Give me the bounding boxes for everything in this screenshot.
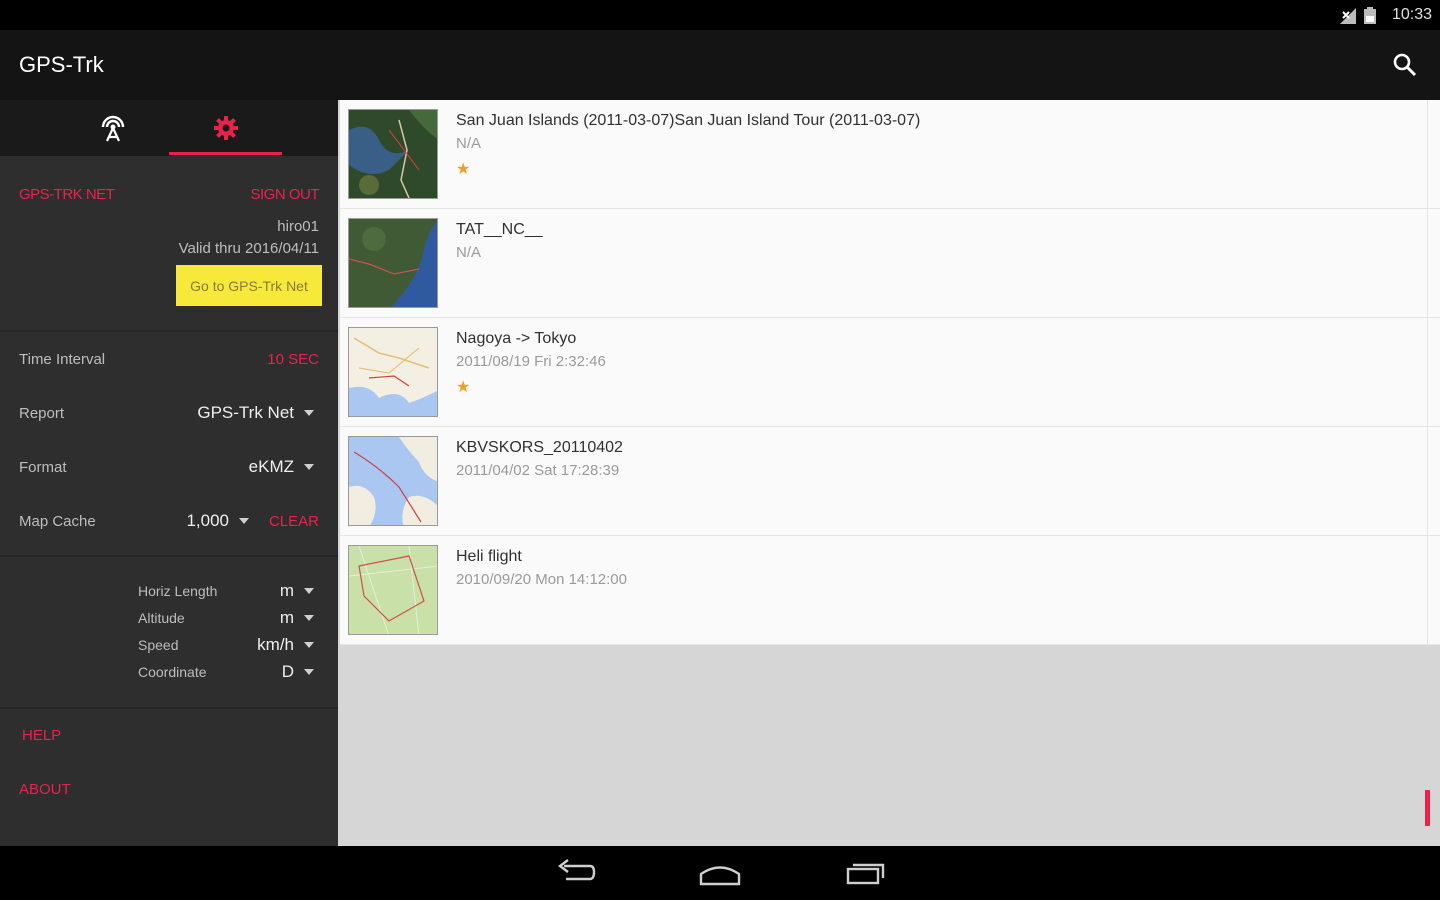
format-dropdown[interactable]: eKMZ [249,457,314,477]
track-row[interactable]: San Juan Islands (2011-03-07)San Juan Is… [340,100,1440,209]
tab-tracking[interactable] [56,100,169,156]
chevron-down-icon [304,464,314,470]
divider [0,707,338,709]
account-section: GPS-TRK NET SIGN OUT hiro01 Valid thru 2… [0,156,338,430]
track-thumbnail [348,218,438,308]
goto-gps-trk-net-button[interactable]: Go to GPS-Trk Net [176,265,322,306]
track-title: TAT__NC__ [456,221,543,238]
recent-apps-button[interactable] [844,858,888,888]
map-cache-dropdown[interactable]: 1,000 [186,511,249,531]
sidebar-tabs [0,100,338,156]
valid-thru-text: Valid thru 2016/04/11 [178,240,319,257]
row-edge [1427,318,1428,427]
signal-icon [1340,7,1356,24]
track-title: Heli flight [456,548,522,565]
coordinate-value: D [281,662,294,681]
username: hiro01 [277,218,319,235]
home-icon [699,866,741,886]
track-thumbnail [348,327,438,417]
star-icon[interactable]: ★ [456,159,470,179]
track-title: KBVSKORS_20110402 [456,439,623,456]
divider [0,555,338,557]
tab-settings[interactable] [169,100,282,156]
speed-value: km/h [257,635,294,654]
row-edge [1427,427,1428,536]
about-link[interactable]: ABOUT [19,781,71,798]
format-value: eKMZ [248,457,294,476]
row-edge [1427,209,1428,318]
star-icon[interactable]: ★ [456,377,470,397]
recent-apps-icon [846,863,885,885]
altitude-dropdown[interactable]: m [280,608,314,628]
track-row[interactable]: TAT__NC__ N/A [340,209,1440,318]
status-icons [1340,7,1376,24]
tab-indicator [169,152,282,155]
chevron-down-icon [304,410,314,416]
chevron-down-icon [304,615,314,621]
report-value: GPS-Trk Net [197,403,294,422]
chevron-down-icon [239,518,249,524]
app-bar: GPS-Trk [0,30,1440,100]
map-cache-value: 1,000 [186,511,229,530]
track-title: San Juan Islands (2011-03-07)San Juan Is… [456,112,921,129]
coordinate-label: Coordinate [138,664,207,680]
speed-label: Speed [138,637,179,653]
track-row[interactable]: KBVSKORS_20110402 2011/04/02 Sat 17:28:3… [340,427,1440,536]
service-label: GPS-TRK NET [19,186,115,203]
row-edge [1427,100,1428,209]
track-date: 2011/08/19 Fri 2:32:46 [456,353,606,370]
chevron-down-icon [304,588,314,594]
track-list: San Juan Islands (2011-03-07)San Juan Is… [340,100,1440,645]
format-label: Format [19,459,67,476]
row-edge [1427,536,1428,645]
altitude-value: m [279,608,294,627]
gear-icon [213,116,238,140]
chevron-down-icon [304,642,314,648]
home-button[interactable] [698,858,742,888]
status-time: 10:33 [1391,6,1432,23]
track-row[interactable]: Heli flight 2010/09/20 Mon 14:12:00 [340,536,1440,645]
time-interval-value[interactable]: 10 SEC [267,351,319,368]
horiz-length-label: Horiz Length [138,583,218,599]
navigation-bar [0,846,1440,900]
app-title: GPS-Trk [19,52,104,77]
scroll-thumb[interactable] [1425,790,1430,826]
search-button[interactable] [1392,52,1418,78]
back-button[interactable] [554,858,598,888]
track-date: N/A [456,244,482,261]
status-bar: 10:33 [0,0,1440,30]
map-cache-label: Map Cache [19,513,96,530]
report-dropdown[interactable]: GPS-Trk Net [197,403,314,423]
track-thumbnail [348,436,438,526]
sign-out-button[interactable]: SIGN OUT [250,186,319,203]
coordinate-dropdown[interactable]: D [282,662,314,682]
track-thumbnail [348,545,438,635]
battery-icon [1364,7,1376,24]
track-thumbnail [348,109,438,199]
track-row[interactable]: Nagoya -> Tokyo 2011/08/19 Fri 2:32:46 ★ [340,318,1440,427]
help-link[interactable]: HELP [22,727,61,744]
clear-cache-button[interactable]: CLEAR [269,513,319,530]
search-icon [1393,53,1417,77]
time-interval-label: Time Interval [19,351,106,368]
track-title: Nagoya -> Tokyo [456,330,577,347]
horiz-length-dropdown[interactable]: m [280,581,314,601]
back-icon [558,859,596,881]
track-date: 2011/04/02 Sat 17:28:39 [456,462,620,479]
track-date: 2010/09/20 Mon 14:12:00 [456,571,627,588]
chevron-down-icon [304,669,314,675]
altitude-label: Altitude [138,610,185,626]
antenna-icon [101,115,124,142]
report-label: Report [19,405,65,422]
track-list-panel: San Juan Islands (2011-03-07)San Juan Is… [338,100,1440,846]
horiz-length-value: m [279,581,294,600]
settings-sidebar: GPS-TRK NET SIGN OUT hiro01 Valid thru 2… [0,100,338,846]
divider [0,330,338,332]
track-date: N/A [456,135,482,152]
speed-dropdown[interactable]: km/h [257,635,314,655]
